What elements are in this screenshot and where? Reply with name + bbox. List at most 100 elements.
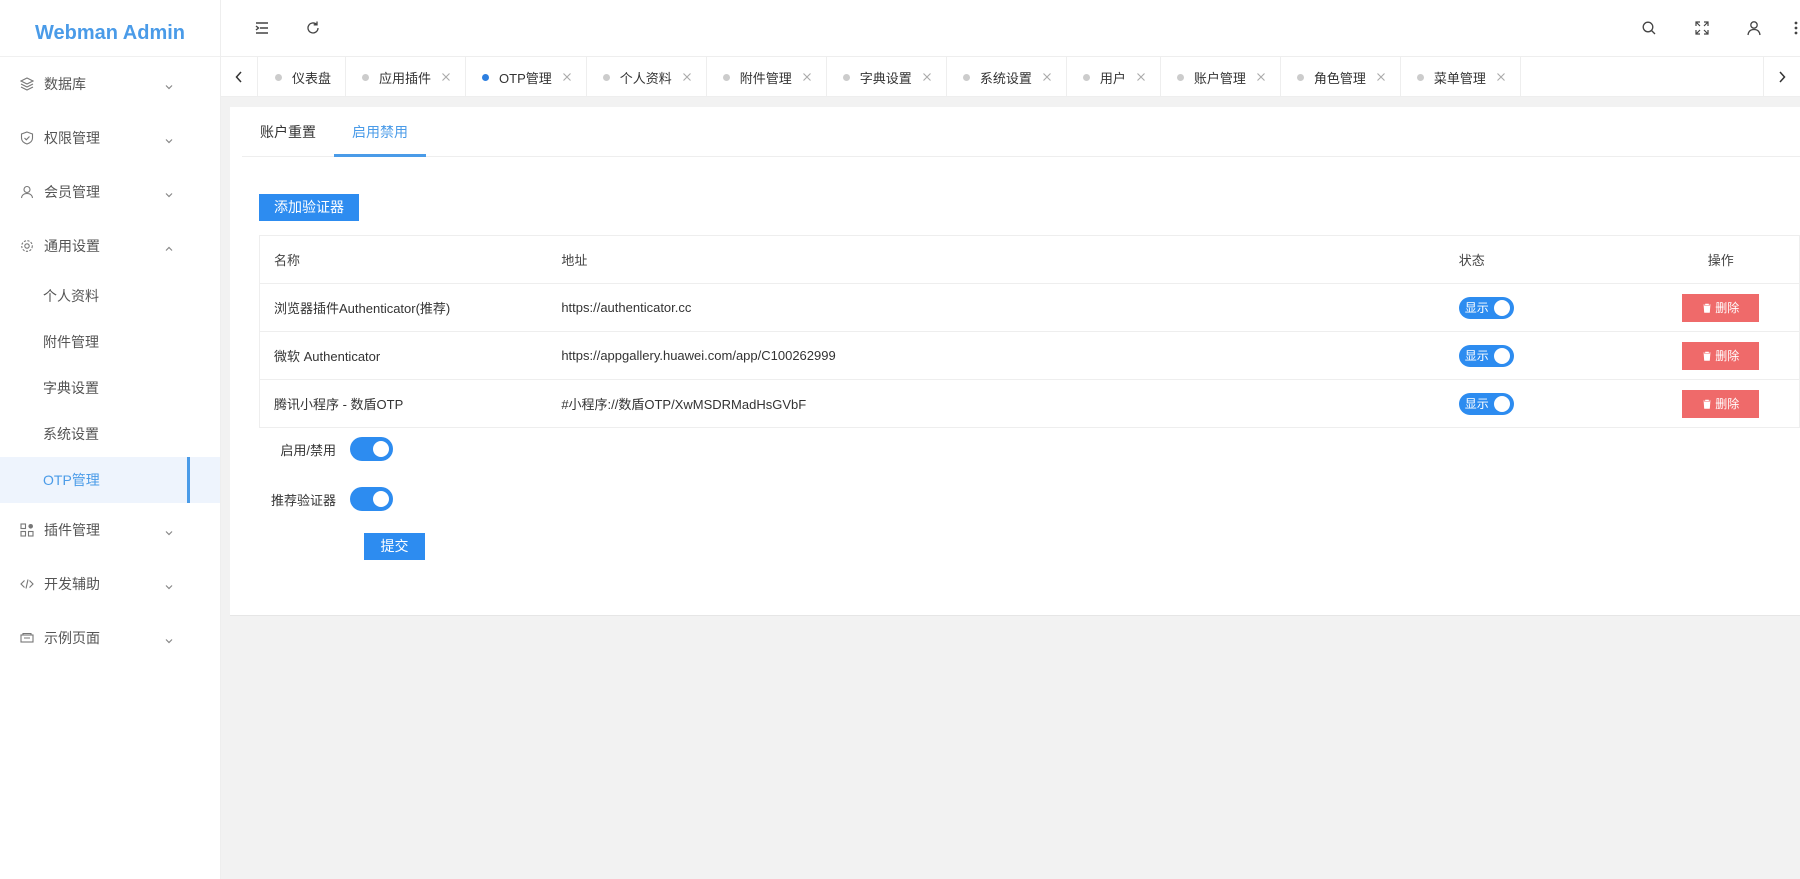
cell-name: 浏览器插件Authenticator(推荐) — [259, 283, 548, 332]
add-authenticator-button[interactable]: 添加验证器 — [259, 194, 359, 221]
delete-button[interactable]: 删除 — [1682, 341, 1760, 370]
tab-dot — [602, 73, 610, 81]
table-header-row: 名称 地址 状态 操作 — [259, 235, 1800, 284]
more-icon[interactable] — [1792, 19, 1800, 37]
sidebar-subitem-system[interactable]: 系统设置 — [0, 411, 220, 457]
subtab-account-reset[interactable]: 账户重置 — [242, 107, 334, 157]
tab-dot — [1416, 73, 1424, 81]
column-header-name[interactable]: 名称 — [259, 235, 548, 284]
status-toggle-label: 显示 — [1464, 349, 1489, 363]
tab-profile[interactable]: 个人资料 — [587, 57, 707, 97]
menu-fold-icon[interactable] — [253, 19, 271, 37]
delete-label: 删除 — [1715, 397, 1740, 411]
page-icon — [20, 631, 34, 645]
tab-users[interactable]: 用户 — [1067, 57, 1161, 97]
recommend-label: 推荐验证器 — [270, 492, 336, 508]
subtab-enable-disable[interactable]: 启用禁用 — [334, 107, 426, 157]
chevron-down-icon — [164, 187, 174, 198]
apps-icon — [20, 523, 34, 537]
column-header-actions: 操作 — [1642, 235, 1800, 284]
tab-app-plugins[interactable]: 应用插件 — [346, 57, 467, 97]
trash-icon — [1703, 399, 1712, 409]
status-toggle[interactable]: 显示 — [1458, 296, 1514, 319]
sidebar-item-dev-tools[interactable]: 开发辅助 — [0, 557, 220, 611]
tab-menus[interactable]: 菜单管理 — [1401, 57, 1521, 97]
recommend-form-row: 推荐验证器 — [230, 487, 393, 511]
delete-button[interactable]: 删除 — [1682, 293, 1760, 322]
sidebar-subitem-profile[interactable]: 个人资料 — [0, 273, 220, 319]
cell-status: 显示 — [1444, 331, 1643, 380]
tab-dot — [482, 73, 490, 81]
chevron-down-icon — [164, 579, 174, 590]
tab-attachments[interactable]: 附件管理 — [707, 57, 827, 97]
fullscreen-icon[interactable] — [1693, 19, 1711, 37]
close-icon[interactable] — [1256, 72, 1266, 82]
close-icon[interactable] — [1042, 72, 1052, 82]
tab-accounts[interactable]: 账户管理 — [1161, 57, 1281, 97]
column-header-url[interactable]: 地址 — [547, 235, 1445, 284]
sidebar-item-permissions[interactable]: 权限管理 — [0, 111, 220, 165]
close-icon[interactable] — [441, 72, 451, 82]
sidebar-subitem-dictionary[interactable]: 字典设置 — [0, 365, 220, 411]
layers-icon — [20, 77, 34, 91]
sidebar-item-members[interactable]: 会员管理 — [0, 165, 220, 219]
enable-toggle[interactable] — [350, 437, 393, 461]
column-header-status[interactable]: 状态 — [1444, 235, 1643, 284]
cell-name: 微软 Authenticator — [259, 331, 548, 380]
close-icon[interactable] — [1136, 72, 1146, 82]
recommend-toggle[interactable] — [350, 487, 393, 511]
cell-actions: 删除 — [1642, 283, 1800, 332]
sidebar-subitem-attachments[interactable]: 附件管理 — [0, 319, 220, 365]
cell-name: 腾讯小程序 - 数盾OTP — [259, 379, 548, 428]
sidebar-item-examples[interactable]: 示例页面 — [0, 611, 220, 665]
tab-dot — [722, 73, 730, 81]
tab-label: 菜单管理 — [1433, 70, 1486, 86]
close-icon[interactable] — [922, 72, 932, 82]
content-panel: 账户重置 启用禁用 添加验证器 名称 地址 状态 操作 浏览器插件Authent… — [230, 107, 1800, 616]
close-icon[interactable] — [682, 72, 692, 82]
sidebar-subitem-otp[interactable]: OTP管理 — [0, 457, 220, 503]
tab-dot — [1296, 73, 1304, 81]
tab-roles[interactable]: 角色管理 — [1281, 57, 1401, 97]
tab-dot — [842, 73, 850, 81]
cell-status: 显示 — [1444, 283, 1643, 332]
tab-dashboard[interactable]: 仪表盘 — [259, 57, 347, 97]
tab-dot — [275, 73, 282, 81]
user-icon[interactable] — [1745, 19, 1763, 37]
tab-label: 账户管理 — [1193, 70, 1246, 86]
cell-url: https://authenticator.cc — [547, 283, 1445, 332]
refresh-icon[interactable] — [304, 19, 322, 37]
close-icon[interactable] — [1376, 72, 1386, 82]
chevron-up-icon — [164, 241, 174, 251]
status-toggle[interactable]: 显示 — [1458, 344, 1514, 367]
table-row: 微软 Authenticator https://appgallery.huaw… — [259, 331, 1800, 380]
sidebar-item-label: 通用设置 — [44, 238, 100, 254]
submit-button[interactable]: 提交 — [364, 533, 425, 560]
sidebar-item-general-settings[interactable]: 通用设置 — [0, 219, 220, 273]
tab-otp[interactable]: OTP管理 — [466, 57, 587, 97]
sidebar-item-database[interactable]: 数据库 — [0, 57, 220, 111]
tab-dot — [1176, 73, 1184, 81]
code-icon — [20, 577, 34, 591]
tab-bar: 仪表盘 应用插件 OTP管理 个人资料 附件管理 字典设置 系统设置 用户 账户… — [221, 57, 1800, 97]
trash-icon — [1703, 351, 1712, 361]
cell-actions: 删除 — [1642, 379, 1800, 428]
status-toggle[interactable]: 显示 — [1458, 392, 1514, 415]
top-header — [221, 0, 1800, 57]
search-icon[interactable] — [1640, 19, 1658, 37]
close-icon[interactable] — [802, 72, 812, 82]
delete-button[interactable]: 删除 — [1682, 389, 1760, 418]
close-icon[interactable] — [1496, 72, 1506, 82]
chevron-left-icon — [235, 71, 242, 83]
tab-label: 个人资料 — [619, 70, 672, 86]
sidebar-item-plugins[interactable]: 插件管理 — [0, 503, 220, 557]
tab-dictionary[interactable]: 字典设置 — [827, 57, 947, 97]
sidebar-item-label: 数据库 — [44, 76, 86, 92]
tab-scroll-left-button[interactable] — [221, 57, 258, 97]
sidebar: Webman Admin 数据库 权限管理 会员管理 通用设置 个人资料 附件管… — [0, 0, 221, 879]
tab-scroll-right-button[interactable] — [1763, 57, 1800, 97]
enable-label: 启用/禁用 — [280, 442, 336, 458]
app-logo: Webman Admin — [0, 0, 220, 57]
tab-system[interactable]: 系统设置 — [947, 57, 1067, 97]
close-icon[interactable] — [562, 72, 572, 82]
